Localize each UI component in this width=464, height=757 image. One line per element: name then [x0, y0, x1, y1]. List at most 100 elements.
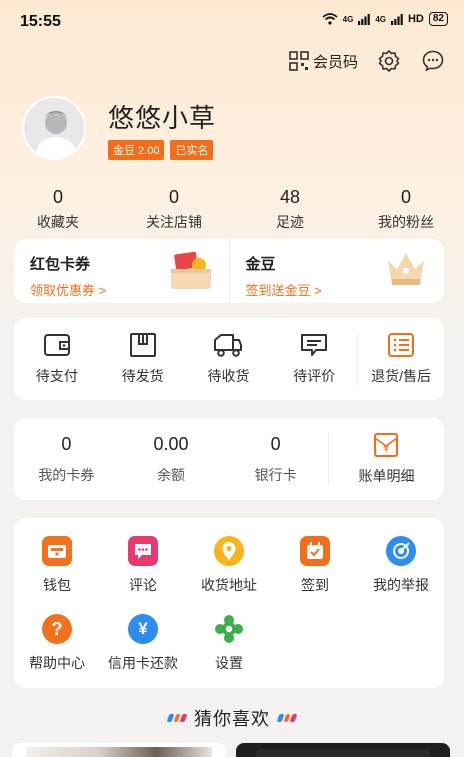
- username[interactable]: 悠悠小草: [108, 98, 216, 135]
- hd-icon: HD: [407, 13, 424, 25]
- wallet-number: 0: [61, 433, 72, 454]
- package-icon: [129, 333, 156, 357]
- messages-button[interactable]: [420, 48, 446, 74]
- comment-service-icon: [128, 536, 158, 566]
- signal-icon: 4G: [342, 14, 354, 24]
- wallet-card: 0 我的卡券 0.00 余额 0 银行卡 ¥ 账单明细: [14, 418, 444, 500]
- wifi-icon: [322, 13, 338, 25]
- comment-icon: [301, 334, 328, 356]
- target-icon: [386, 536, 416, 566]
- services-card: 钱包 评论 收货地址 签到 我的举报 ? 帮助中心 ¥ 信用卡还款 设置: [14, 518, 444, 688]
- product-image: [26, 747, 212, 757]
- order-label: 待收货: [207, 368, 250, 384]
- gear-icon: [378, 50, 400, 72]
- stat-label: 收藏夹: [37, 214, 79, 230]
- service-address[interactable]: 收货地址: [186, 536, 272, 595]
- order-label: 待支付: [35, 368, 78, 384]
- decoration-right: [276, 714, 298, 722]
- message-icon: [422, 50, 444, 72]
- service-credit-card[interactable]: ¥ 信用卡还款: [100, 614, 186, 673]
- stat-number: 0: [52, 187, 63, 207]
- stat-favorites[interactable]: 0 收藏夹: [0, 187, 116, 232]
- status-bar: 15:55 4G 4G HD 82: [0, 0, 464, 44]
- service-wallet[interactable]: 钱包: [14, 536, 100, 595]
- guess-title: 猜你喜欢: [194, 709, 270, 729]
- decoration-left: [166, 714, 188, 722]
- service-label: 签到: [301, 577, 329, 593]
- wallet-label: 银行卡: [254, 466, 297, 483]
- guess-you-like-header: 猜你喜欢: [0, 705, 464, 731]
- order-returns[interactable]: 退货/售后: [357, 332, 444, 386]
- stat-label: 足迹: [276, 214, 304, 230]
- wallet-label: 账单明细: [358, 468, 415, 484]
- order-pending-receipt[interactable]: 待收货: [186, 332, 272, 386]
- return-icon: [388, 333, 415, 357]
- wallet-number: 0: [270, 433, 281, 454]
- order-label: 待评价: [293, 368, 336, 384]
- promo-card: 红包卡券 领取优惠券 > 金豆 签到送金豆 >: [14, 239, 444, 303]
- order-pending-shipment[interactable]: 待发货: [100, 332, 186, 386]
- stat-fans[interactable]: 0 我的粉丝: [348, 187, 464, 232]
- truck-icon: [214, 334, 243, 357]
- product-card[interactable]: [12, 743, 226, 757]
- signal-icon-2: 4G: [375, 14, 386, 24]
- avatar[interactable]: [22, 96, 86, 160]
- question-icon: ?: [42, 614, 72, 644]
- gold-bean-entry[interactable]: 金豆 签到送金豆 >: [228, 239, 445, 303]
- bill-icon: ¥: [374, 433, 399, 457]
- bill-details[interactable]: ¥ 账单明细: [327, 432, 444, 486]
- product-image: [256, 749, 430, 757]
- service-label: 评论: [129, 577, 157, 593]
- status-icons: 4G 4G HD 82: [322, 12, 448, 26]
- service-help-center[interactable]: ? 帮助中心: [14, 614, 100, 673]
- stat-label: 我的粉丝: [378, 214, 434, 230]
- service-label: 钱包: [43, 577, 71, 593]
- gold-bean-badge: 金豆 2.00: [108, 140, 165, 160]
- member-code-label: 会员码: [312, 53, 358, 71]
- header-actions: 会员码: [289, 48, 446, 74]
- service-label: 收货地址: [201, 577, 257, 593]
- signal-bars-icon: [358, 13, 371, 25]
- location-pin-icon: [214, 536, 244, 566]
- stat-number: 0: [168, 187, 179, 207]
- settings-button[interactable]: [376, 48, 402, 74]
- qr-code-icon: [289, 51, 309, 71]
- order-pending-review[interactable]: 待评价: [271, 332, 357, 386]
- service-checkin[interactable]: 签到: [272, 536, 358, 595]
- signal-bars-icon-2: [390, 13, 403, 25]
- service-comments[interactable]: 评论: [100, 536, 186, 595]
- wallet-number: 0.00: [153, 433, 189, 454]
- stat-footprints[interactable]: 48 足迹: [232, 187, 348, 232]
- wallet-service-icon: [42, 536, 72, 566]
- order-label: 退货/售后: [371, 368, 432, 384]
- service-reports[interactable]: 我的举报: [358, 536, 444, 595]
- status-time: 15:55: [20, 13, 61, 30]
- my-coupons[interactable]: 0 我的卡券: [14, 434, 119, 485]
- stats-row: 0 收藏夹 0 关注店铺 48 足迹 0 我的粉丝: [0, 187, 464, 232]
- wallet-label: 余额: [156, 466, 185, 483]
- calendar-check-icon: [300, 536, 330, 566]
- crown-icon: [388, 253, 424, 285]
- coupons-entry[interactable]: 红包卡券 领取优惠券 >: [14, 239, 229, 303]
- member-code-button[interactable]: 会员码: [289, 51, 358, 72]
- default-avatar-icon: [34, 111, 78, 158]
- verified-badge: 已实名: [170, 140, 214, 160]
- service-label: 帮助中心: [29, 655, 85, 671]
- product-card[interactable]: [236, 743, 450, 757]
- red-packet-icon: [170, 251, 211, 289]
- service-label: 信用卡还款: [108, 655, 178, 671]
- service-settings[interactable]: 设置: [186, 614, 272, 673]
- wallet-icon: [43, 334, 70, 356]
- profile-badges: 金豆 2.00 已实名: [108, 140, 214, 160]
- order-pending-payment[interactable]: 待支付: [14, 332, 100, 386]
- stat-number: 48: [279, 187, 301, 207]
- order-label: 待发货: [121, 368, 164, 384]
- yuan-icon: ¥: [128, 614, 158, 644]
- stat-label: 关注店铺: [146, 214, 202, 230]
- profile-section: 悠悠小草 金豆 2.00 已实名: [22, 96, 442, 166]
- stat-followed-stores[interactable]: 0 关注店铺: [116, 187, 232, 232]
- flower-gear-icon: [214, 614, 244, 644]
- bank-cards[interactable]: 0 银行卡: [223, 434, 328, 485]
- service-label: 我的举报: [373, 577, 429, 593]
- balance[interactable]: 0.00 余额: [119, 434, 224, 485]
